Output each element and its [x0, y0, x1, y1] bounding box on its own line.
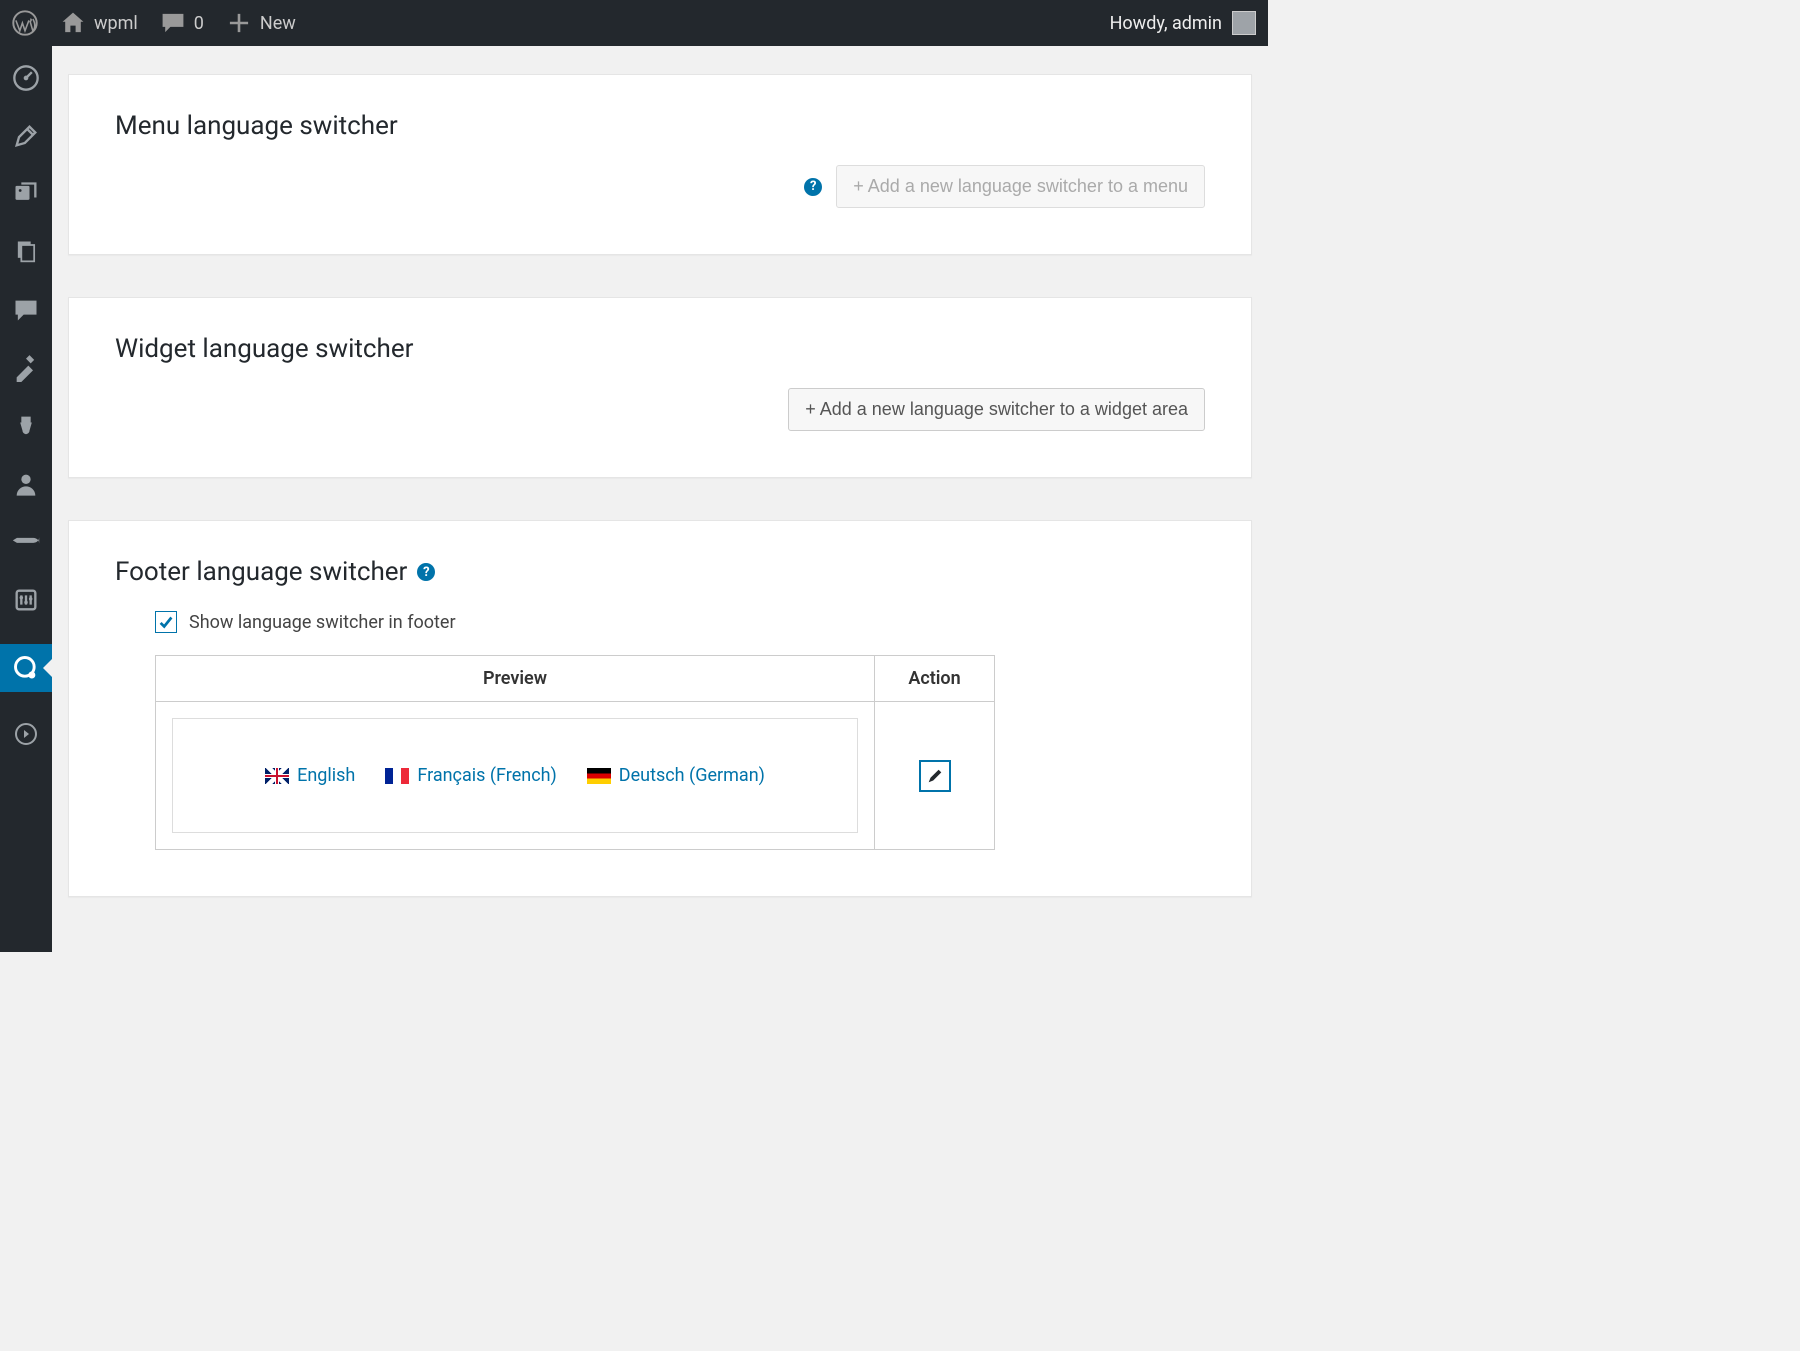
- admin-bar: wpml 0 New Howdy, admin: [0, 0, 1268, 46]
- wpml-icon: [12, 654, 40, 682]
- widget-switcher-actions: + Add a new language switcher to a widge…: [115, 388, 1205, 431]
- language-preview: English Français (French) Deutsch (Germa…: [172, 718, 858, 833]
- comment-icon: [160, 10, 186, 36]
- settings-icon[interactable]: [12, 586, 40, 614]
- new-content-link[interactable]: New: [226, 10, 296, 36]
- comments-icon[interactable]: [12, 296, 40, 324]
- posts-icon[interactable]: [12, 122, 40, 150]
- site-link[interactable]: wpml: [60, 10, 138, 36]
- wordpress-logo[interactable]: [12, 10, 38, 36]
- help-icon[interactable]: ?: [417, 563, 435, 581]
- appearance-icon[interactable]: [12, 354, 40, 382]
- widget-switcher-title: Widget language switcher: [115, 334, 1205, 364]
- collapse-icon[interactable]: [14, 722, 38, 746]
- users-icon[interactable]: [12, 470, 40, 498]
- lang-english[interactable]: English: [265, 765, 355, 786]
- show-footer-checkbox-row: Show language switcher in footer: [155, 611, 1205, 633]
- show-footer-label: Show language switcher in footer: [189, 612, 456, 633]
- lang-label: Deutsch (German): [619, 765, 765, 786]
- comments-link[interactable]: 0: [160, 10, 204, 36]
- lang-french[interactable]: Français (French): [385, 765, 556, 786]
- lang-german[interactable]: Deutsch (German): [587, 765, 765, 786]
- admin-bar-right[interactable]: Howdy, admin: [1110, 11, 1256, 35]
- flag-en-icon: [265, 768, 289, 784]
- show-footer-checkbox[interactable]: [155, 611, 177, 633]
- avatar: [1232, 11, 1256, 35]
- plus-icon: [226, 10, 252, 36]
- footer-switcher-title: Footer language switcher ?: [115, 557, 1205, 587]
- lang-label: Français (French): [417, 765, 556, 786]
- plugins-icon[interactable]: [12, 412, 40, 440]
- flag-fr-icon: [385, 768, 409, 784]
- lang-label: English: [297, 765, 355, 786]
- menu-switcher-actions: ? + Add a new language switcher to a men…: [115, 165, 1205, 208]
- add-menu-switcher-button[interactable]: + Add a new language switcher to a menu: [836, 165, 1205, 208]
- flag-de-icon: [587, 768, 611, 784]
- menu-switcher-panel: Menu language switcher ? + Add a new lan…: [68, 74, 1252, 255]
- greeting-text: Howdy, admin: [1110, 13, 1222, 34]
- help-icon[interactable]: ?: [804, 178, 822, 196]
- dashboard-icon[interactable]: [12, 64, 40, 92]
- table-row: English Français (French) Deutsch (Germa…: [156, 702, 995, 850]
- media-icon[interactable]: [12, 180, 40, 208]
- pages-icon[interactable]: [12, 238, 40, 266]
- edit-button[interactable]: [919, 760, 951, 792]
- col-action: Action: [875, 656, 995, 702]
- pencil-icon: [926, 767, 944, 785]
- tools-icon[interactable]: [12, 528, 40, 556]
- footer-switcher-title-text: Footer language switcher: [115, 557, 407, 587]
- col-preview: Preview: [156, 656, 875, 702]
- home-icon: [60, 10, 86, 36]
- admin-sidebar: [0, 46, 52, 952]
- menu-switcher-title: Menu language switcher: [115, 111, 1205, 141]
- add-widget-switcher-button[interactable]: + Add a new language switcher to a widge…: [788, 388, 1205, 431]
- check-icon: [157, 613, 175, 631]
- main-content: Menu language switcher ? + Add a new lan…: [52, 46, 1268, 952]
- wordpress-icon: [12, 10, 38, 36]
- footer-switcher-panel: Footer language switcher ? Show language…: [68, 520, 1252, 897]
- sidebar-item-wpml[interactable]: [0, 644, 52, 692]
- new-label: New: [260, 13, 296, 34]
- admin-bar-left: wpml 0 New: [12, 10, 296, 36]
- comments-count: 0: [194, 13, 204, 34]
- widget-switcher-panel: Widget language switcher + Add a new lan…: [68, 297, 1252, 478]
- footer-switcher-table: Preview Action English: [155, 655, 995, 850]
- site-name: wpml: [94, 13, 138, 34]
